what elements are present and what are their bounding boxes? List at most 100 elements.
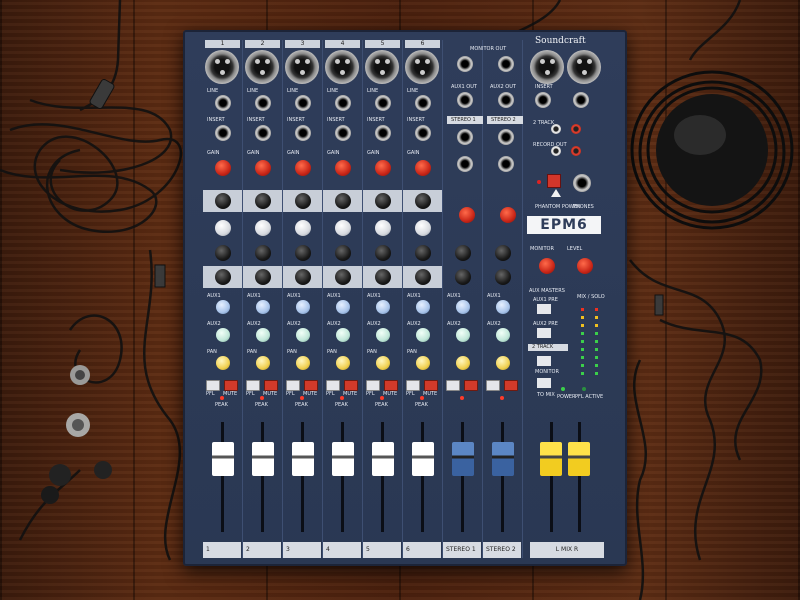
two-track-in-l-rca[interactable] [551, 124, 561, 134]
eq-mid-knob[interactable] [295, 245, 311, 261]
aux1-knob[interactable] [416, 300, 430, 314]
aux2-knob[interactable] [216, 328, 230, 342]
aux2-knob[interactable] [416, 328, 430, 342]
insert-jack[interactable] [215, 125, 231, 141]
eq-mid-freq-knob[interactable] [375, 220, 391, 236]
channel-fader[interactable] [412, 442, 434, 476]
eq-lf-knob[interactable] [215, 269, 231, 285]
record-out-r-rca[interactable] [571, 146, 581, 156]
pan-knob[interactable] [376, 356, 390, 370]
aux2-knob[interactable] [256, 328, 270, 342]
line-input-jack[interactable] [375, 95, 391, 111]
aux1-knob[interactable] [256, 300, 270, 314]
eq-mid-knob[interactable] [415, 245, 431, 261]
two-track-to-mix-button[interactable] [537, 378, 551, 388]
insert-jack[interactable] [375, 125, 391, 141]
eq-lf-knob[interactable] [375, 269, 391, 285]
two-track-in-r-rca[interactable] [571, 124, 581, 134]
aux1-knob[interactable] [336, 300, 350, 314]
eq-hf-knob[interactable] [375, 193, 391, 209]
mute-button[interactable] [264, 380, 278, 391]
mic-xlr-input[interactable] [365, 50, 399, 84]
aux2-knob[interactable] [336, 328, 350, 342]
eq-mid-knob[interactable] [215, 245, 231, 261]
mute-button[interactable] [344, 380, 358, 391]
mix-r-insert-jack[interactable] [573, 92, 589, 108]
eq-hf-knob[interactable] [215, 193, 231, 209]
mute-button[interactable] [304, 380, 318, 391]
eq-mid-knob[interactable] [255, 245, 271, 261]
gain-knob[interactable] [335, 160, 351, 176]
eq-hf-knob[interactable] [415, 193, 431, 209]
stereo-1-hf-knob[interactable] [455, 245, 471, 261]
gain-knob[interactable] [215, 160, 231, 176]
pfl-button[interactable] [246, 380, 260, 391]
phones-jack[interactable] [573, 174, 591, 192]
pan-knob[interactable] [416, 356, 430, 370]
eq-lf-knob[interactable] [335, 269, 351, 285]
aux2-knob[interactable] [296, 328, 310, 342]
line-input-jack[interactable] [335, 95, 351, 111]
stereo-1-bal-knob[interactable] [456, 356, 470, 370]
insert-jack[interactable] [295, 125, 311, 141]
stereo-2-aux1-knob[interactable] [496, 300, 510, 314]
stereo-2-bal-knob[interactable] [496, 356, 510, 370]
mic-xlr-input[interactable] [405, 50, 439, 84]
mix-r-xlr-output[interactable] [567, 50, 601, 84]
channel-fader[interactable] [372, 442, 394, 476]
eq-mid-freq-knob[interactable] [415, 220, 431, 236]
eq-lf-knob[interactable] [295, 269, 311, 285]
mic-xlr-input[interactable] [205, 50, 239, 84]
pfl-button[interactable] [286, 380, 300, 391]
aux2-knob[interactable] [376, 328, 390, 342]
stereo-2-aux2-knob[interactable] [496, 328, 510, 342]
gain-knob[interactable] [255, 160, 271, 176]
line-input-jack[interactable] [255, 95, 271, 111]
eq-hf-knob[interactable] [295, 193, 311, 209]
mic-xlr-input[interactable] [325, 50, 359, 84]
eq-lf-knob[interactable] [255, 269, 271, 285]
channel-fader[interactable] [292, 442, 314, 476]
pfl-button[interactable] [366, 380, 380, 391]
line-input-jack[interactable] [415, 95, 431, 111]
pan-knob[interactable] [296, 356, 310, 370]
eq-hf-knob[interactable] [255, 193, 271, 209]
mute-button[interactable] [424, 380, 438, 391]
mic-xlr-input[interactable] [285, 50, 319, 84]
mix-r-fader[interactable] [568, 442, 590, 476]
aux1-knob[interactable] [216, 300, 230, 314]
insert-jack[interactable] [415, 125, 431, 141]
mute-button[interactable] [224, 380, 238, 391]
stereo-1-lf-knob[interactable] [455, 269, 471, 285]
stereo-2-mute-button[interactable] [504, 380, 518, 391]
insert-jack[interactable] [335, 125, 351, 141]
mix-l-insert-jack[interactable] [535, 92, 551, 108]
pan-knob[interactable] [336, 356, 350, 370]
stereo-1-aux1-knob[interactable] [456, 300, 470, 314]
stereo-1-aux2-knob[interactable] [456, 328, 470, 342]
eq-mid-freq-knob[interactable] [335, 220, 351, 236]
channel-fader[interactable] [252, 442, 274, 476]
channel-fader[interactable] [332, 442, 354, 476]
eq-mid-knob[interactable] [375, 245, 391, 261]
mix-l-fader[interactable] [540, 442, 562, 476]
mix-l-xlr-output[interactable] [530, 50, 564, 84]
eq-mid-knob[interactable] [335, 245, 351, 261]
pan-knob[interactable] [256, 356, 270, 370]
aux1-knob[interactable] [376, 300, 390, 314]
gain-knob[interactable] [375, 160, 391, 176]
line-input-jack[interactable] [295, 95, 311, 111]
channel-fader[interactable] [212, 442, 234, 476]
two-track-monitor-button[interactable] [537, 356, 551, 366]
pfl-button[interactable] [206, 380, 220, 391]
eq-mid-freq-knob[interactable] [215, 220, 231, 236]
phantom-power-button[interactable] [547, 174, 561, 188]
eq-hf-knob[interactable] [335, 193, 351, 209]
phones-level-knob[interactable] [577, 258, 593, 274]
stereo-2-hf-knob[interactable] [495, 245, 511, 261]
stereo-2-fader[interactable] [492, 442, 514, 476]
record-out-l-rca[interactable] [551, 146, 561, 156]
eq-mid-freq-knob[interactable] [295, 220, 311, 236]
gain-knob[interactable] [415, 160, 431, 176]
eq-mid-freq-knob[interactable] [255, 220, 271, 236]
